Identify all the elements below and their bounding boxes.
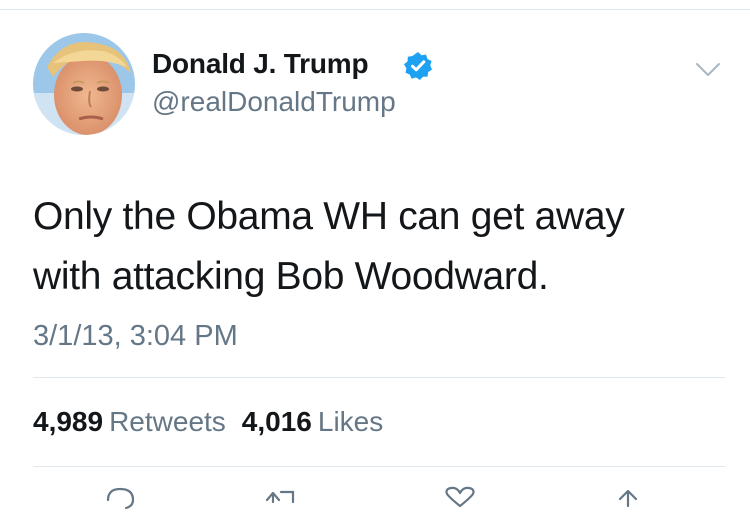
author-name[interactable]: Donald J. Trump xyxy=(152,46,369,82)
tweet-stats: 4,989 Retweets 4,016 Likes xyxy=(33,404,383,440)
likes-count: 4,016 xyxy=(241,406,312,437)
author-handle[interactable]: @realDonaldTrump xyxy=(152,84,396,120)
verified-badge-icon xyxy=(403,51,433,81)
divider xyxy=(33,377,725,378)
divider xyxy=(33,466,725,467)
heart-icon[interactable] xyxy=(440,486,480,516)
retweets-label: Retweets xyxy=(109,406,226,437)
share-icon[interactable] xyxy=(608,486,648,516)
avatar[interactable] xyxy=(33,33,135,135)
reply-icon[interactable] xyxy=(100,486,140,516)
retweets-count: 4,989 xyxy=(33,406,104,437)
likes-stat[interactable]: 4,016 Likes xyxy=(242,406,383,437)
retweets-stat[interactable]: 4,989 Retweets xyxy=(33,406,226,437)
likes-label: Likes xyxy=(317,406,384,437)
action-bar xyxy=(0,486,750,510)
retweet-icon[interactable] xyxy=(263,486,303,516)
chevron-down-icon[interactable] xyxy=(694,55,722,83)
tweet-card: Donald J. Trump @realDonaldTrump Only th… xyxy=(0,0,750,510)
tweet-timestamp[interactable]: 3/1/13, 3:04 PM xyxy=(33,318,238,354)
tweet-text: Only the Obama WH can get away with atta… xyxy=(33,195,625,298)
